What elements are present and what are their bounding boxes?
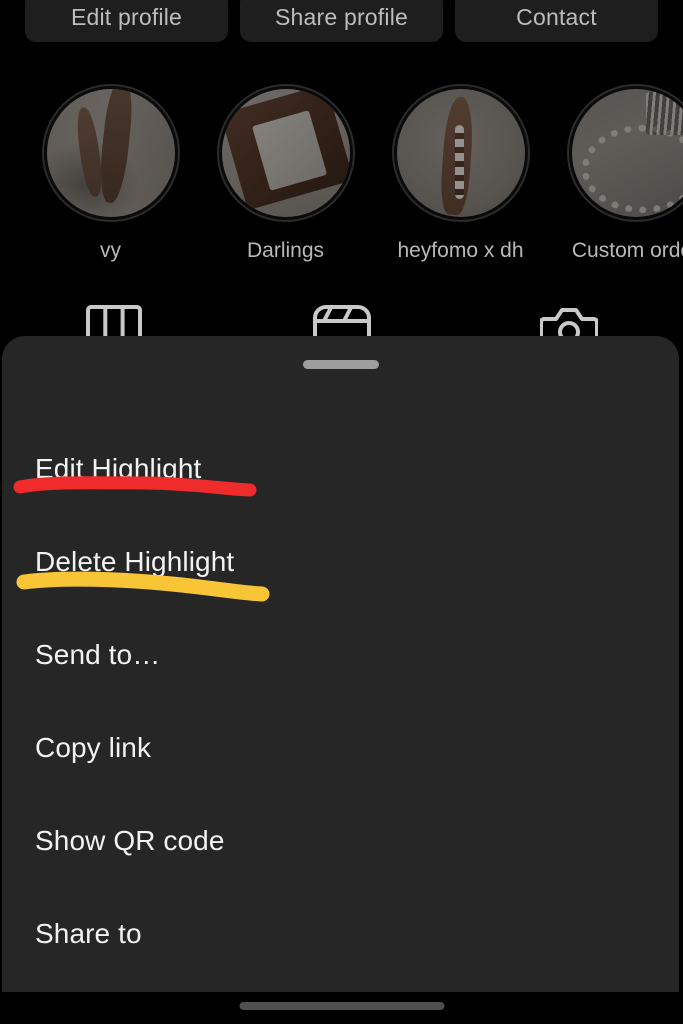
highlight-thumbnail	[396, 89, 525, 217]
thumbnail-art-package	[221, 89, 350, 217]
highlight-options-bottom-sheet: Edit Highlight Delete Highlight Send to……	[2, 336, 679, 992]
highlight-ring	[391, 84, 530, 222]
thumbnail-art-beads	[571, 89, 683, 217]
highlight-label: Custom order	[571, 239, 683, 262]
share-profile-button[interactable]: Share profile	[240, 0, 443, 42]
highlight-ring	[41, 84, 180, 222]
menu-item-label: Show QR code	[35, 824, 225, 856]
highlight-ring	[216, 84, 355, 222]
profile-action-bar: Edit profile Share profile Contact	[0, 0, 683, 44]
highlight-item-vy[interactable]: vy	[23, 84, 198, 263]
menu-item-delete-highlight[interactable]: Delete Highlight	[2, 515, 679, 608]
thumbnail-art-bracelet-hand	[396, 89, 525, 217]
highlight-label: vy	[100, 239, 121, 262]
edit-profile-button[interactable]: Edit profile	[25, 0, 228, 42]
menu-item-show-qr-code[interactable]: Show QR code	[2, 794, 679, 887]
highlight-label: Darlings	[246, 239, 325, 262]
highlight-ring	[566, 84, 683, 222]
home-indicator[interactable]	[239, 1002, 444, 1010]
menu-item-share-to[interactable]: Share to	[2, 887, 679, 980]
menu-item-label: Copy link	[35, 731, 152, 763]
menu-item-label: Send to…	[35, 638, 161, 670]
highlight-item-darlings[interactable]: Darlings	[198, 84, 373, 263]
contact-button[interactable]: Contact	[455, 0, 658, 42]
story-highlights-row[interactable]: vy Darlings heyfomo x dh Custom ord	[0, 84, 683, 274]
highlight-thumbnail	[46, 89, 175, 217]
menu-item-label: Edit Highlight	[35, 452, 202, 484]
highlight-item-heyfomo-x-dh[interactable]: heyfomo x dh	[373, 84, 548, 263]
menu-item-send-to[interactable]: Send to…	[2, 608, 679, 701]
options-menu: Edit Highlight Delete Highlight Send to……	[2, 422, 679, 980]
thumbnail-art-hands	[46, 89, 175, 217]
menu-item-copy-link[interactable]: Copy link	[2, 701, 679, 794]
drag-handle[interactable]	[302, 360, 379, 369]
highlight-thumbnail	[221, 89, 350, 217]
menu-item-label: Share to	[35, 917, 142, 949]
highlight-label: heyfomo x dh	[397, 239, 524, 262]
system-navigation-bar	[0, 992, 683, 1024]
menu-item-edit-highlight[interactable]: Edit Highlight	[2, 422, 679, 515]
menu-item-label: Delete Highlight	[35, 545, 235, 577]
instagram-profile-screen: Edit profile Share profile Contact vy Da…	[0, 0, 683, 1024]
highlight-item-custom-order[interactable]: Custom order	[548, 84, 683, 263]
highlight-thumbnail	[571, 89, 683, 217]
